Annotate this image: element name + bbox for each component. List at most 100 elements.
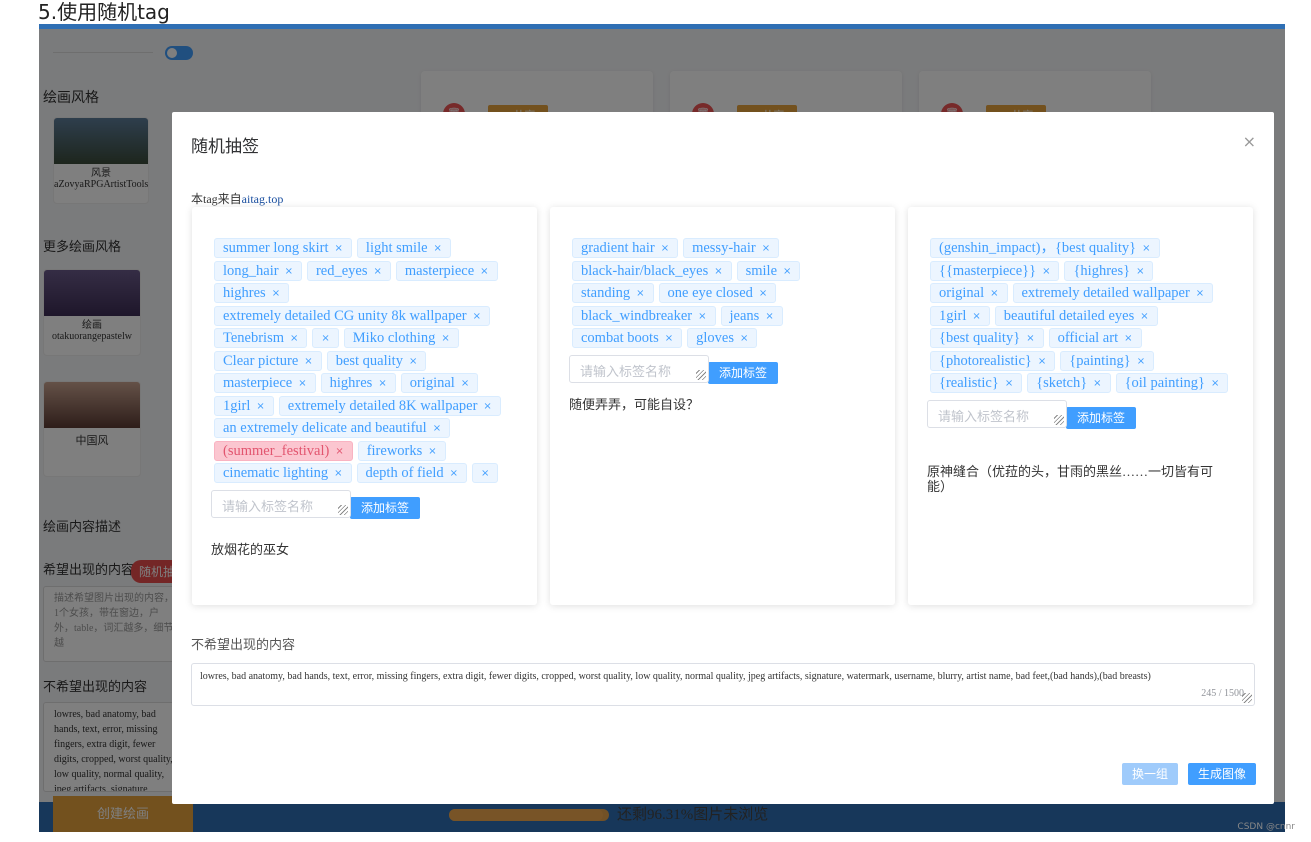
tag-remove-icon[interactable]: × [441, 333, 449, 344]
tag-remove-icon[interactable]: × [481, 468, 489, 479]
tag-remove-icon[interactable]: × [740, 333, 748, 344]
tag-remove-icon[interactable]: × [285, 266, 293, 277]
tag-label: masterpiece [404, 262, 475, 279]
tag-chip: {best quality} × [930, 328, 1044, 348]
tag-remove-icon[interactable]: × [1042, 266, 1050, 277]
tag-remove-icon[interactable]: × [1142, 243, 1150, 254]
tag-name-input[interactable]: 请输入标签名称 [569, 354, 709, 383]
tag-chip: {sketch} × [1027, 373, 1111, 393]
tag-remove-icon[interactable]: × [972, 311, 980, 322]
tag-label: {oil painting} [1124, 375, 1205, 391]
tag-remove-icon[interactable]: × [1211, 378, 1219, 389]
tag-remove-icon[interactable]: × [290, 333, 298, 344]
tag-remove-icon[interactable]: × [450, 468, 458, 479]
tag-remove-icon[interactable]: × [1093, 378, 1101, 389]
source-link[interactable]: aitag.top [242, 192, 284, 206]
tag-name-input[interactable]: 请输入标签名称 [211, 489, 351, 518]
add-tag-button[interactable]: 添加标签 [350, 496, 421, 519]
tag-remove-icon[interactable]: × [428, 446, 436, 457]
tag-remove-icon[interactable]: × [480, 266, 488, 277]
tag-label: summer long skirt [223, 240, 329, 256]
tag-label: extremely detailed CG unity 8k wallpaper [223, 307, 467, 324]
tag-chip: official art × [1048, 328, 1142, 348]
tag-label: light smile [365, 240, 428, 256]
tag-chip: combat boots × [572, 328, 683, 348]
tag-remove-icon[interactable]: × [378, 378, 386, 389]
tag-remove-icon[interactable]: × [1140, 311, 1148, 322]
tag-label: extremely detailed 8K wallpaper [287, 397, 478, 414]
tag-remove-icon[interactable]: × [409, 356, 417, 367]
tag-remove-icon[interactable]: × [698, 311, 706, 322]
tag-remove-icon[interactable]: × [298, 378, 306, 389]
tag-remove-icon[interactable]: × [335, 446, 343, 457]
add-tag-row: 请输入标签名称 添加标签 [569, 354, 879, 384]
tag-chip: light smile × [356, 238, 451, 258]
tag-remove-icon[interactable]: × [636, 288, 644, 299]
tag-remove-icon[interactable]: × [433, 423, 441, 434]
char-count: 245 / 1500 [1201, 688, 1244, 699]
negative-prompt-input[interactable]: lowres, bad anatomy, bad hands, text, er… [191, 663, 1255, 706]
tag-label: best quality [335, 352, 403, 369]
tag-chip: gradient hair × [572, 238, 679, 258]
tag-remove-icon[interactable]: × [1124, 333, 1132, 344]
tag-remove-icon[interactable]: × [661, 243, 669, 254]
tag-label: highres [329, 375, 373, 391]
generate-image-button[interactable]: 生成图像 [1188, 763, 1257, 785]
tag-chip: (genshin_impact)，{best quality} × [930, 238, 1160, 258]
tag-name-input[interactable]: 请输入标签名称 [927, 399, 1067, 428]
tag-remove-icon[interactable]: × [304, 356, 312, 367]
tag-label: Miko clothing [352, 330, 436, 346]
tag-remove-icon[interactable]: × [665, 333, 673, 344]
tag-remove-icon[interactable]: × [461, 378, 469, 389]
tag-label: 1girl [223, 397, 251, 414]
tag-card: gradient hair × messy-hair ×black-hair/blac… [550, 207, 895, 605]
tag-remove-icon[interactable]: × [1137, 356, 1145, 367]
tag-remove-icon[interactable]: × [1136, 266, 1144, 277]
tag-remove-icon[interactable]: × [759, 288, 767, 299]
tag-chip: summer long skirt × [214, 238, 352, 258]
tag-chip: original × [930, 283, 1008, 303]
tag-label: {sketch} [1036, 375, 1088, 391]
tag-list: (genshin_impact)，{best quality} ×{{master… [927, 238, 1237, 429]
tag-remove-icon[interactable]: × [434, 243, 442, 254]
tag-chip: beautiful detailed eyes × [994, 305, 1158, 326]
tag-remove-icon[interactable]: × [272, 288, 280, 299]
tag-label: red_eyes [315, 262, 368, 279]
tag-chip: extremely detailed wallpaper × [1012, 283, 1214, 303]
tag-remove-icon[interactable]: × [1005, 378, 1013, 389]
tag-label: beautiful detailed eyes [1003, 307, 1135, 324]
close-icon[interactable]: × [1243, 132, 1256, 151]
tag-label: depth of field [365, 465, 444, 481]
tag-chip: highres × [320, 373, 396, 393]
tag-remove-icon[interactable]: × [714, 266, 722, 277]
tag-remove-icon[interactable]: × [374, 266, 382, 277]
tag-label: masterpiece [223, 375, 293, 391]
tag-remove-icon[interactable]: × [1038, 356, 1046, 367]
tag-remove-icon[interactable]: × [762, 243, 770, 254]
tag-remove-icon[interactable]: × [334, 468, 342, 479]
tag-chip: 1girl × [930, 305, 990, 326]
tag-label: one eye closed [667, 285, 753, 301]
tag-remove-icon[interactable]: × [783, 266, 791, 277]
tag-chip: masterpiece × [395, 260, 498, 281]
add-tag-button[interactable]: 添加标签 [708, 361, 779, 384]
tag-remove-icon[interactable]: × [256, 401, 264, 412]
tag-remove-icon[interactable]: × [473, 311, 481, 322]
tag-chip: highres × [214, 283, 290, 303]
tag-remove-icon[interactable]: × [483, 401, 491, 412]
tag-chip: black-hair/black_eyes × [572, 260, 732, 281]
add-tag-button[interactable]: 添加标签 [1066, 406, 1137, 429]
tag-remove-icon[interactable]: × [321, 333, 329, 344]
tag-remove-icon[interactable]: × [335, 243, 343, 254]
tag-label: Clear picture [223, 352, 299, 369]
tag-remove-icon[interactable]: × [1196, 288, 1204, 299]
tag-source: 本tag来自aitag.top [191, 192, 284, 206]
tag-chip: depth of field × [356, 463, 468, 483]
tag-remove-icon[interactable]: × [1026, 333, 1034, 344]
tag-chip: {painting} × [1060, 350, 1155, 371]
tag-chip: gloves × [687, 328, 758, 348]
next-set-button[interactable]: 换一组 [1122, 763, 1179, 785]
tag-remove-icon[interactable]: × [765, 311, 773, 322]
tag-label: (genshin_impact)，{best quality} [939, 240, 1137, 256]
tag-remove-icon[interactable]: × [990, 288, 998, 299]
